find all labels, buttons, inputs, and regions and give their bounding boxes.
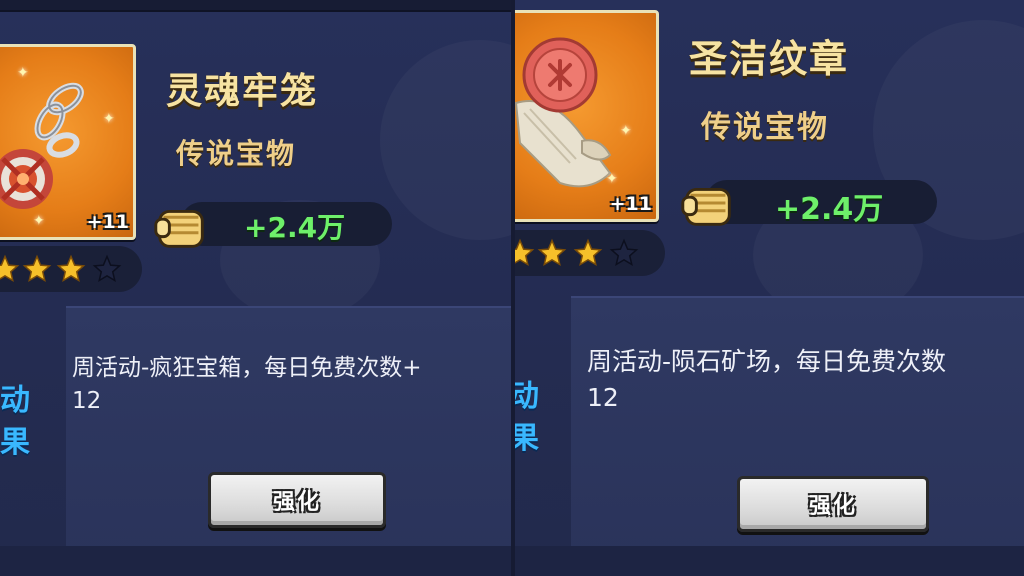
- fist-icon: [154, 209, 204, 248]
- star-filled-icon: [22, 254, 52, 283]
- effect-description: 周活动-疯狂宝箱，每日免费次数+ 12: [72, 352, 422, 419]
- star-rating: [513, 230, 665, 276]
- wax-seal-scroll-icon: [514, 37, 612, 188]
- rarity-label: 传说宝物: [176, 137, 297, 170]
- effect-description-line-1: 周活动-陨石矿场，每日免费次数: [587, 347, 947, 376]
- star-filled-icon: [537, 238, 567, 267]
- effect-description-box: [66, 306, 513, 576]
- effect-description-line-1: 周活动-疯狂宝箱，每日免费次数+: [72, 355, 422, 381]
- treasure-panel-left: ✦ ✦ ✦ +11 灵魂牢笼 传说宝物 +2.4万 动 果 周活动-疯狂宝箱，每…: [0, 0, 513, 576]
- star-filled-icon: [0, 254, 20, 283]
- rarity-label: 传说宝物: [701, 110, 829, 145]
- effect-description-box: [571, 296, 1024, 576]
- star-filled-icon: [513, 238, 535, 267]
- upgrade-button[interactable]: 强化: [737, 476, 929, 532]
- background-emblem: [380, 40, 513, 240]
- top-edge-line: [0, 10, 513, 12]
- power-value: +2.4万: [775, 192, 884, 227]
- panel-divider: [511, 0, 515, 576]
- item-icon-frame[interactable]: ✦ ✦ ✦ +11: [0, 44, 136, 240]
- level-badge: +11: [86, 211, 129, 233]
- star-empty-icon: [609, 238, 639, 267]
- bottom-strip: [513, 546, 1024, 576]
- fist-icon: [681, 187, 731, 226]
- level-badge: +11: [609, 193, 652, 215]
- treasure-panel-right: ✦ ✦ +11 圣洁纹章 传说宝物 +2.4万 动 果 周活动-陨石矿场，每日免…: [513, 0, 1024, 576]
- upgrade-button[interactable]: 强化: [208, 472, 386, 528]
- effect-description: 周活动-陨石矿场，每日免费次数 12: [587, 344, 946, 417]
- bottom-strip: [0, 546, 513, 576]
- effect-description-line-2: 12: [587, 383, 619, 413]
- effect-description-line-2: 12: [72, 388, 102, 415]
- side-label: 动 果: [513, 379, 539, 456]
- item-title: 灵魂牢笼: [166, 71, 319, 112]
- star-filled-icon: [56, 254, 86, 283]
- side-label: 动 果: [0, 383, 30, 460]
- star-filled-icon: [573, 238, 603, 267]
- star-empty-icon: [92, 254, 122, 283]
- item-icon-frame[interactable]: ✦ ✦ +11: [513, 10, 659, 222]
- star-rating: [0, 246, 142, 292]
- top-edge: [0, 0, 513, 10]
- item-title: 圣洁纹章: [689, 37, 850, 81]
- power-value: +2.4万: [244, 211, 346, 244]
